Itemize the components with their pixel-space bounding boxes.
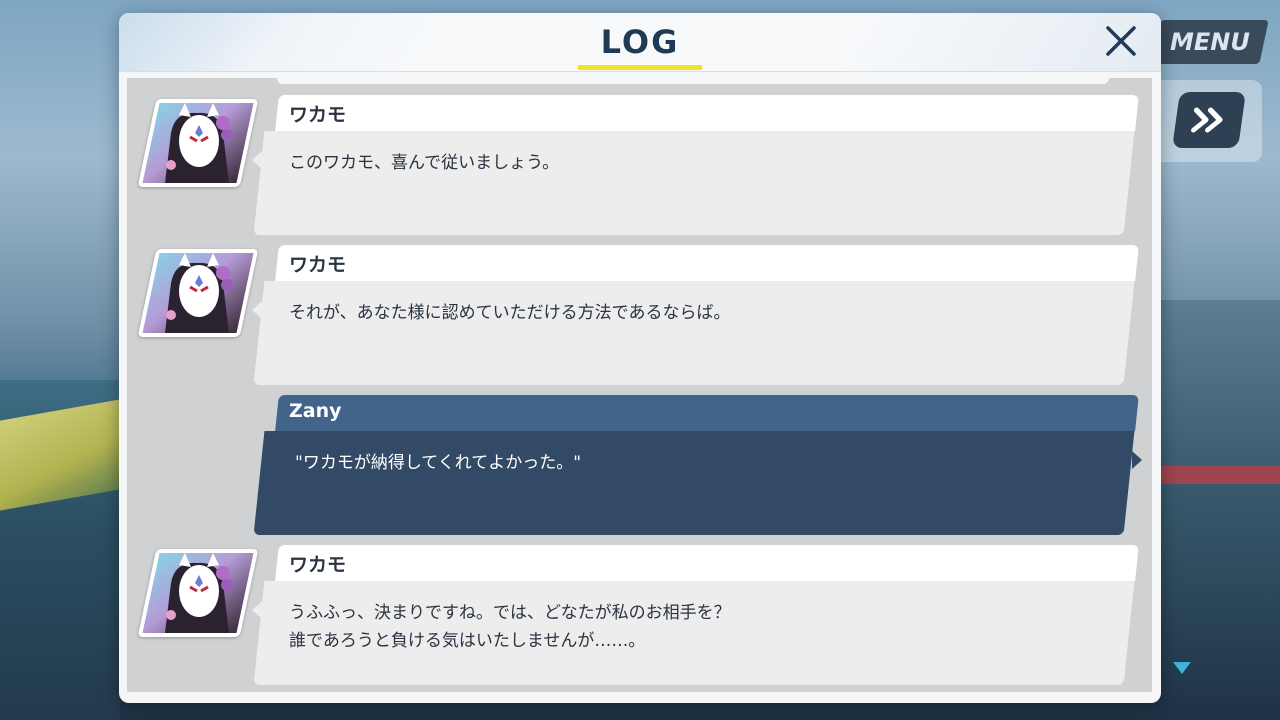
message-box [253, 131, 1135, 235]
speaker-name-bar [275, 245, 1139, 281]
message-text: "ワカモが納得してくれてよかった。" [295, 453, 582, 473]
message-box [253, 431, 1135, 535]
log-title: LOG [600, 23, 680, 61]
close-button[interactable] [1103, 23, 1139, 59]
message-notch [252, 601, 262, 619]
previous-entry-edge [277, 78, 1109, 84]
message-notch [252, 151, 262, 169]
log-entry: ワカモ うふふっ、決まりですね。では、どなたが私のお相手を？ 誰であろうと負ける… [127, 545, 1152, 687]
fast-forward-icon [1191, 107, 1223, 133]
avatar-image [142, 103, 254, 183]
speaker-name-bar [275, 545, 1139, 581]
message-notch [1132, 451, 1142, 469]
background-red-stripe [1160, 466, 1280, 484]
log-list[interactable]: ワカモ このワカモ、喜んで従いましょう。 ワカモ それが、あなた様に認めていただ… [127, 78, 1152, 692]
avatar [137, 99, 259, 187]
log-title-underline [578, 65, 702, 70]
message-text: うふふっ、決まりですね。では、どなたが私のお相手を？ 誰であろうと負ける気はいた… [289, 603, 731, 651]
speaker-name: Zany [289, 400, 342, 422]
speaker-name: ワカモ [289, 104, 347, 126]
avatar [137, 549, 259, 637]
message-text: このワカモ、喜んで従いましょう。 [289, 153, 560, 173]
message-text: それが、あなた様に認めていただける方法であるならば。 [289, 303, 731, 323]
speaker-name-bar [275, 395, 1139, 431]
avatar-image [142, 253, 254, 333]
fast-forward-button[interactable] [1172, 92, 1246, 148]
speaker-name: ワカモ [289, 554, 347, 576]
message-box [253, 281, 1135, 385]
log-panel: LOG ワカモ このワカモ、喜んで従いましょう。 ワカモ それが、あなた様に認め… [119, 13, 1161, 703]
background-scenery-right [1160, 300, 1280, 720]
close-icon [1106, 26, 1136, 56]
speaker-name: ワカモ [289, 254, 347, 276]
menu-button[interactable]: MENU [1151, 20, 1269, 64]
menu-button-label: MENU [1170, 28, 1250, 56]
log-entry-player: Zany "ワカモが納得してくれてよかった。" [127, 395, 1152, 537]
speaker-name-bar [275, 95, 1139, 131]
log-entry: ワカモ それが、あなた様に認めていただける方法であるならば。 [127, 245, 1152, 387]
avatar [137, 249, 259, 337]
triangle-down-icon [1173, 662, 1191, 674]
message-notch [252, 301, 262, 319]
avatar-image [142, 553, 254, 633]
log-entry: ワカモ このワカモ、喜んで従いましょう。 [127, 95, 1152, 237]
log-panel-header: LOG [119, 13, 1161, 72]
